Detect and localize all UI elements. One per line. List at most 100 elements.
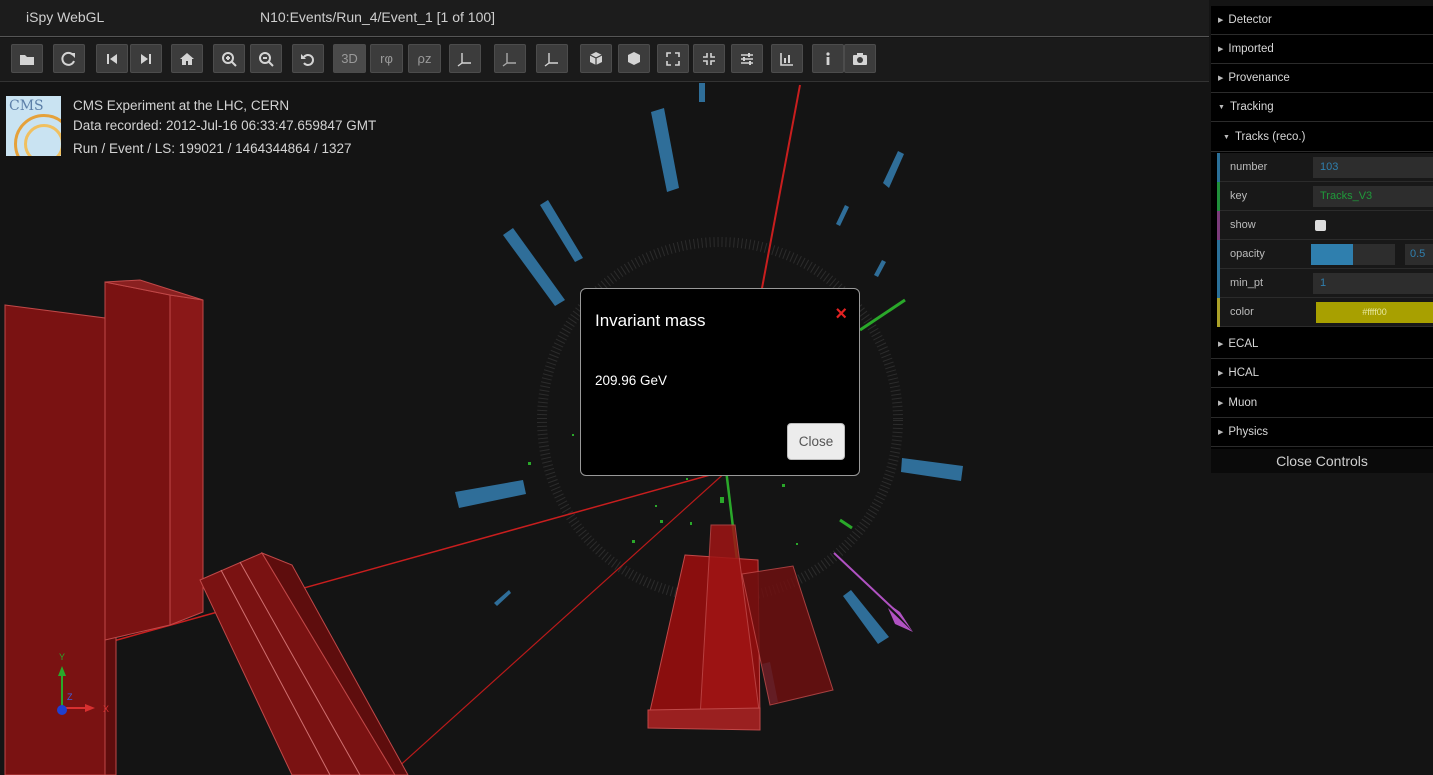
zoom-out-button[interactable] — [250, 44, 282, 73]
view-yz-x-button[interactable] — [449, 44, 481, 73]
section-label: Physics — [1228, 426, 1269, 438]
section-label: Muon — [1228, 397, 1258, 409]
opacity-slider-fill — [1311, 244, 1353, 265]
met-arrow — [833, 552, 901, 616]
section-detector[interactable]: ▶ Detector — [1211, 6, 1433, 35]
reset-rotation-button[interactable] — [292, 44, 324, 73]
axis-y-label: Y — [59, 652, 65, 662]
color-swatch[interactable]: #ffff00 — [1316, 302, 1433, 323]
caret-right-icon: ▶ — [1218, 370, 1224, 377]
info-button[interactable] — [812, 44, 844, 73]
zoom-in-button[interactable] — [213, 44, 245, 73]
prop-name: number — [1230, 161, 1268, 173]
section-label: Detector — [1228, 14, 1272, 26]
green-track — [839, 518, 853, 530]
view-3d-button[interactable]: 3D — [333, 44, 366, 73]
camera-icon — [853, 52, 867, 65]
reload-button[interactable] — [53, 44, 85, 73]
section-hcal[interactable]: ▶ HCAL — [1211, 359, 1433, 388]
sliders-icon — [741, 52, 753, 65]
view-xy-z-button[interactable] — [536, 44, 568, 73]
show-checkbox[interactable] — [1315, 220, 1326, 231]
logo-text: CMS — [9, 98, 44, 114]
toolbar: 3D rφ ρz — [0, 38, 1209, 82]
prev-event-button[interactable] — [96, 44, 128, 73]
orthographic-button[interactable] — [618, 44, 650, 73]
event-title: N10:Events/Run_4/Event_1 [1 of 100] — [260, 9, 496, 25]
prop-color: color #ffff00 — [1217, 298, 1433, 327]
next-event-button[interactable] — [130, 44, 162, 73]
open-file-button[interactable] — [11, 44, 43, 73]
prop-min-pt: min_pt 1 — [1217, 269, 1433, 298]
section-imported[interactable]: ▶ Imported — [1211, 35, 1433, 64]
section-label: HCAL — [1228, 367, 1260, 379]
zoom-out-icon — [259, 51, 274, 67]
run-event-ls: Run / Event / LS: 199021 / 1464344864 / … — [73, 141, 352, 156]
caret-down-icon: ▼ — [1223, 133, 1230, 141]
view-rhoz-button[interactable]: ρz — [408, 44, 441, 73]
dialog-close-button[interactable]: Close — [787, 423, 845, 460]
section-label: ECAL — [1228, 338, 1259, 350]
prop-number: number 103 — [1217, 153, 1433, 182]
perspective-button[interactable] — [580, 44, 612, 73]
prop-name: show — [1230, 219, 1256, 231]
close-icon[interactable]: × — [835, 303, 847, 326]
settings-button[interactable] — [731, 44, 763, 73]
axis-z-label: Z — [67, 692, 73, 702]
prop-color-bar — [1217, 298, 1220, 327]
exit-fullscreen-button[interactable] — [693, 44, 725, 73]
zoom-in-icon — [222, 51, 237, 67]
key-field[interactable]: Tracks_V3 — [1313, 186, 1433, 207]
view-rphi-label: rφ — [380, 51, 393, 66]
invariant-mass-value: 209.96 GeV — [595, 373, 668, 388]
compress-icon — [703, 52, 715, 65]
prop-name: key — [1230, 190, 1248, 202]
prop-color-bar — [1217, 269, 1220, 298]
section-label: Imported — [1228, 43, 1274, 55]
expand-icon — [666, 51, 680, 66]
title-bar: iSpy WebGL N10:Events/Run_4/Event_1 [1 o… — [0, 0, 1209, 37]
caret-right-icon: ▶ — [1218, 75, 1224, 82]
home-view-button[interactable] — [171, 44, 203, 73]
section-ecal[interactable]: ▶ ECAL — [1211, 330, 1433, 359]
caret-right-icon: ▶ — [1218, 341, 1224, 348]
prop-color-bar — [1217, 211, 1220, 240]
fullscreen-button[interactable] — [657, 44, 689, 73]
section-tracking[interactable]: ▼ Tracking — [1211, 93, 1433, 122]
prop-color-bar — [1217, 182, 1220, 211]
close-controls-button[interactable]: Close Controls — [1211, 449, 1433, 473]
view-rphi-button[interactable]: rφ — [370, 44, 403, 73]
cube-icon — [589, 51, 603, 65]
number-field[interactable]: 103 — [1313, 157, 1433, 178]
section-muon[interactable]: ▶ Muon — [1211, 389, 1433, 418]
section-label: Provenance — [1228, 72, 1290, 84]
caret-right-icon: ▶ — [1218, 46, 1224, 53]
axis-x-label: X — [103, 704, 109, 714]
axis-yz-x-icon — [457, 52, 471, 67]
section-physics[interactable]: ▶ Physics — [1211, 418, 1433, 447]
screenshot-button[interactable] — [844, 44, 876, 73]
table-button[interactable] — [771, 44, 803, 73]
subsection-tracks-reco[interactable]: ▼ Tracks (reco.) — [1211, 123, 1433, 152]
opacity-value[interactable]: 0.5 — [1405, 244, 1433, 265]
logo-ring-inner — [24, 124, 61, 156]
prop-key: key Tracks_V3 — [1217, 182, 1433, 211]
view-3d-label: 3D — [341, 51, 358, 66]
home-icon — [180, 52, 194, 65]
axis-gizmo: Y X Z — [45, 650, 125, 725]
prop-opacity: opacity 0.5 — [1217, 240, 1433, 269]
min-pt-field[interactable]: 1 — [1313, 273, 1433, 294]
cms-logo: CMS — [6, 96, 61, 156]
caret-right-icon: ▶ — [1218, 429, 1224, 436]
skip-back-icon — [107, 53, 117, 64]
folder-icon — [20, 54, 34, 65]
view-yx-z-button[interactable] — [494, 44, 526, 73]
prop-name: opacity — [1230, 248, 1265, 260]
controls-panel: ▶ Detector ▶ Imported ▶ Provenance ▼ Trackin… — [1211, 6, 1433, 473]
app-title: iSpy WebGL — [26, 9, 105, 25]
cube-solid-icon — [628, 51, 640, 65]
chart-icon — [780, 52, 793, 66]
subsection-label: Tracks (reco.) — [1234, 131, 1306, 143]
opacity-slider[interactable] — [1311, 244, 1395, 265]
section-provenance[interactable]: ▶ Provenance — [1211, 64, 1433, 93]
